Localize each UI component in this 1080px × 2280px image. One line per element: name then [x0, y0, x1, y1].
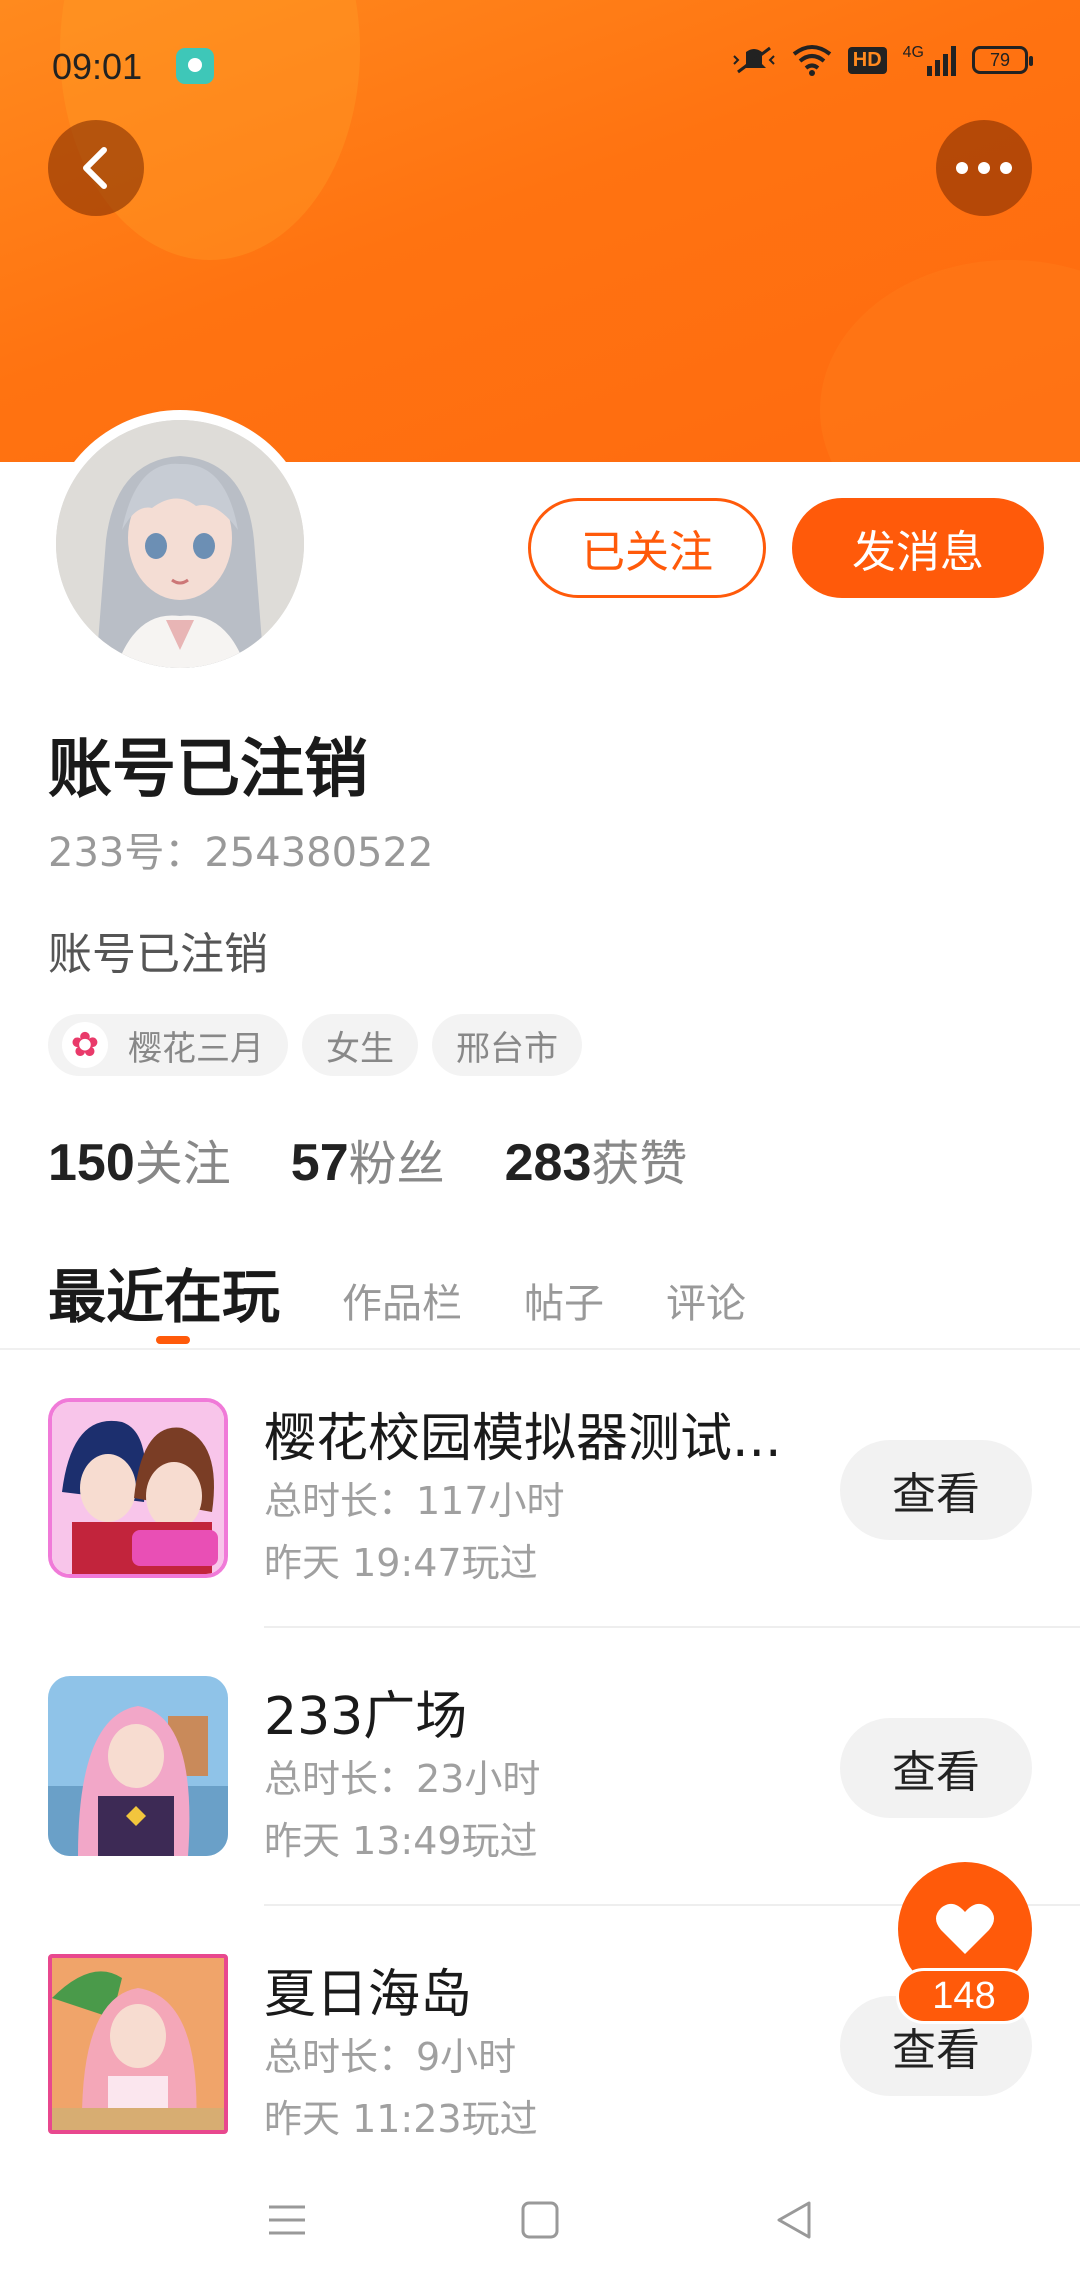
tabs-divider	[0, 1348, 1080, 1350]
stat-label: 获赞	[591, 1136, 688, 1192]
network-type: 4G	[902, 44, 924, 61]
profile-id[interactable]: 233号：254380522	[48, 820, 433, 878]
battery-indicator: 79	[972, 46, 1033, 74]
heart-icon	[936, 1903, 994, 1954]
tab-comments[interactable]: 评论	[666, 1271, 746, 1329]
game-last-played: 昨天 19:47玩过	[264, 1541, 538, 1585]
game-title: 樱花校园模拟器测试...	[264, 1409, 782, 1469]
tab-recently-played[interactable]: 最近在玩	[48, 1250, 280, 1344]
game-last-played: 昨天 11:23玩过	[264, 2097, 538, 2141]
signal-icon: 4G	[903, 44, 956, 76]
avatar[interactable]	[46, 410, 314, 678]
tag-label: 女生	[326, 1028, 394, 1069]
home-icon[interactable]	[520, 2200, 560, 2240]
tag-sakura[interactable]: ✿ 樱花三月	[48, 1014, 288, 1076]
chevron-left-icon	[83, 147, 107, 189]
stat-label: 关注	[134, 1136, 231, 1192]
list-divider	[264, 1626, 1080, 1628]
game-title: 夏日海岛	[264, 1965, 473, 2025]
system-nav-bar	[0, 2160, 1080, 2280]
profile-tabs: 最近在玩 作品栏 帖子 评论	[48, 1250, 746, 1344]
avatar-image	[56, 420, 304, 668]
status-time: 09:01	[52, 46, 143, 87]
tag-gender: 女生	[302, 1014, 418, 1076]
hd-badge: HD	[847, 46, 887, 74]
tab-posts[interactable]: 帖子	[524, 1271, 604, 1329]
view-game-button[interactable]: 查看	[840, 1718, 1032, 1818]
game-icon	[48, 1398, 228, 1578]
send-message-button[interactable]: 发消息	[792, 498, 1044, 598]
stat-value: 283	[504, 1134, 592, 1192]
stat-value: 150	[48, 1134, 135, 1192]
game-duration: 总时长：117小时	[264, 1479, 565, 1523]
mute-icon	[733, 46, 775, 74]
status-bar: 09:01 HD 4G 79	[0, 0, 1080, 130]
following-button[interactable]: 已关注	[528, 498, 766, 598]
banner-decoration	[820, 260, 1080, 462]
menu-icon[interactable]	[267, 2203, 307, 2237]
profile-bio: 账号已注销	[48, 929, 268, 980]
more-dots-icon	[956, 162, 1012, 174]
app-notification-icon	[176, 48, 214, 84]
back-nav-icon[interactable]	[773, 2199, 813, 2241]
game-title: 233广场	[264, 1687, 468, 1747]
game-duration: 总时长：23小时	[264, 1757, 541, 1801]
profile-name: 账号已注销	[48, 733, 368, 807]
game-last-played: 昨天 13:49玩过	[264, 1819, 538, 1863]
view-game-button[interactable]: 查看	[840, 1440, 1032, 1540]
game-duration: 总时长：9小时	[264, 2035, 517, 2079]
stat-likes[interactable]: 283获赞	[505, 1124, 688, 1194]
flower-icon: ✿	[62, 1022, 108, 1068]
profile-stats: 150关注 57粉丝 283获赞	[48, 1124, 687, 1194]
like-count-badge: 148	[896, 1968, 1032, 2024]
stat-following[interactable]: 150关注	[48, 1124, 231, 1194]
profile-tags: ✿ 樱花三月 女生 邢台市	[48, 1014, 582, 1076]
wifi-icon	[792, 45, 831, 76]
status-icons: HD 4G 79	[732, 44, 1033, 76]
stat-value: 57	[290, 1134, 349, 1192]
game-list-item[interactable]: 樱花校园模拟器测试... 总时长：117小时 昨天 19:47玩过 查看	[0, 1398, 1080, 1676]
game-icon	[48, 1954, 228, 2134]
tag-city: 邢台市	[432, 1014, 582, 1076]
tag-label: 邢台市	[456, 1028, 558, 1069]
game-icon	[48, 1676, 228, 1856]
tab-works[interactable]: 作品栏	[342, 1271, 462, 1329]
stat-label: 粉丝	[348, 1136, 445, 1192]
stat-fans[interactable]: 57粉丝	[291, 1124, 445, 1194]
back-button[interactable]	[48, 120, 144, 216]
more-button[interactable]	[936, 120, 1032, 216]
tag-label: 樱花三月	[128, 1028, 264, 1069]
